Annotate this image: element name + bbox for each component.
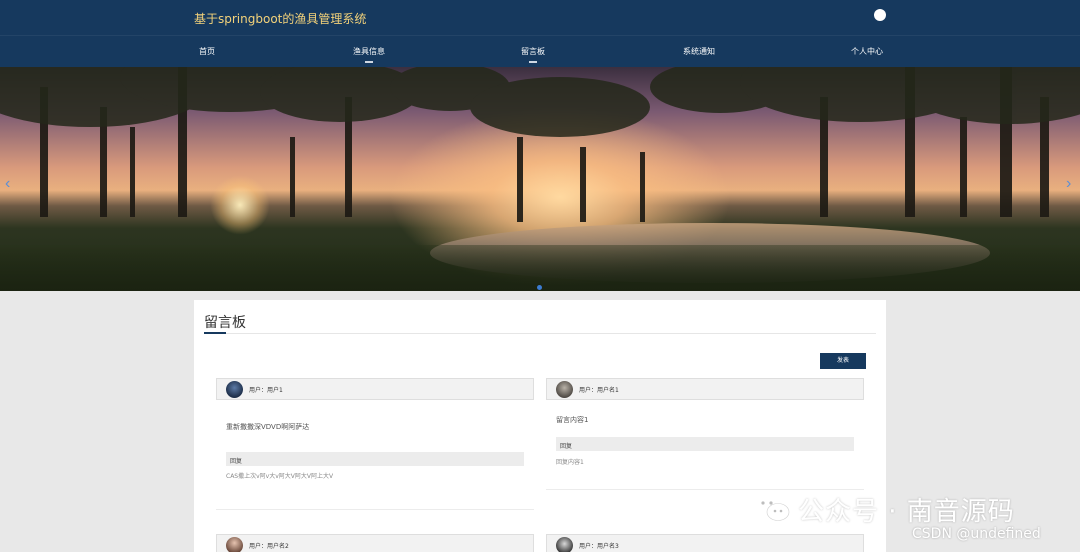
card-divider bbox=[546, 489, 864, 490]
nav-item-notices[interactable]: 系统通知 bbox=[683, 46, 715, 57]
message-user: 用户：用户名1 bbox=[579, 387, 619, 394]
wechat-icon bbox=[754, 495, 790, 521]
message-content: 留言内容1 bbox=[556, 416, 589, 424]
site-title[interactable]: 基于springboot的渔具管理系统 bbox=[194, 10, 366, 27]
carousel-next-icon[interactable]: › bbox=[1066, 175, 1076, 193]
carousel-prev-icon[interactable]: ‹ bbox=[5, 175, 15, 193]
card-divider bbox=[216, 509, 534, 510]
message-content: 重新撒撒深VDVD啊阿萨达 bbox=[226, 423, 310, 431]
nav-item-label: 留言板 bbox=[521, 47, 545, 56]
message-card: 用户：用户名2 bbox=[216, 534, 534, 552]
message-user: 用户：用户名3 bbox=[579, 543, 619, 550]
nav-item-underline bbox=[529, 61, 537, 63]
reply-header: 回复 bbox=[226, 452, 524, 466]
message-card-header: 用户：用户名3 bbox=[546, 534, 864, 552]
avatar bbox=[226, 537, 243, 552]
banner-trees bbox=[0, 67, 1080, 222]
message-card-header: 用户：用户名2 bbox=[216, 534, 534, 552]
message-card-header: 用户：用户名1 bbox=[546, 378, 864, 400]
message-user: 用户：用户1 bbox=[249, 387, 283, 394]
user-status-dot[interactable] bbox=[874, 9, 886, 21]
message-user: 用户：用户名2 bbox=[249, 543, 289, 550]
message-card-header: 用户：用户1 bbox=[216, 378, 534, 400]
carousel-indicator[interactable] bbox=[537, 285, 542, 290]
main-nav: 首页 渔具信息 留言板 系统通知 个人中心 bbox=[0, 36, 1080, 67]
reply-label: 回复 bbox=[230, 458, 243, 465]
post-message-button[interactable]: 发表 bbox=[820, 353, 866, 369]
reply-content: CAS撒上次v阿v大v阿大V阿大V阿上大V bbox=[226, 473, 334, 480]
avatar bbox=[556, 537, 573, 552]
title-underline bbox=[204, 332, 226, 334]
nav-item-underline bbox=[365, 61, 373, 63]
avatar bbox=[556, 381, 573, 398]
top-header: 基于springboot的渔具管理系统 首页 渔具信息 留言板 系统通知 个人中… bbox=[0, 0, 1080, 67]
nav-item-message-board[interactable]: 留言板 bbox=[521, 46, 545, 63]
nav-item-label: 渔具信息 bbox=[353, 47, 385, 56]
page-title: 留言板 bbox=[204, 315, 246, 331]
message-card: 用户：用户名1 留言内容1 回复 回复内容1 bbox=[546, 378, 864, 490]
nav-item-label: 首页 bbox=[199, 47, 215, 56]
message-card: 用户：用户名3 bbox=[546, 534, 864, 552]
nav-item-profile[interactable]: 个人中心 bbox=[851, 46, 883, 57]
reply-header: 回复 bbox=[556, 437, 854, 451]
avatar bbox=[226, 381, 243, 398]
banner-carousel[interactable]: ‹ › bbox=[0, 67, 1080, 291]
nav-item-home[interactable]: 首页 bbox=[199, 46, 215, 57]
message-card: 用户：用户1 重新撒撒深VDVD啊阿萨达 回复 CAS撒上次v阿v大v阿大V阿大… bbox=[216, 378, 534, 510]
reply-content: 回复内容1 bbox=[556, 459, 584, 466]
watermark-text: 公众号 · 南音源码 bbox=[798, 497, 1015, 527]
reply-label: 回复 bbox=[560, 443, 573, 450]
nav-item-label: 个人中心 bbox=[851, 47, 883, 56]
nav-item-label: 系统通知 bbox=[683, 47, 715, 56]
nav-item-tackle-info[interactable]: 渔具信息 bbox=[353, 46, 385, 63]
title-divider bbox=[204, 333, 876, 334]
watermark-credit: CSDN @undefined bbox=[912, 526, 1041, 542]
